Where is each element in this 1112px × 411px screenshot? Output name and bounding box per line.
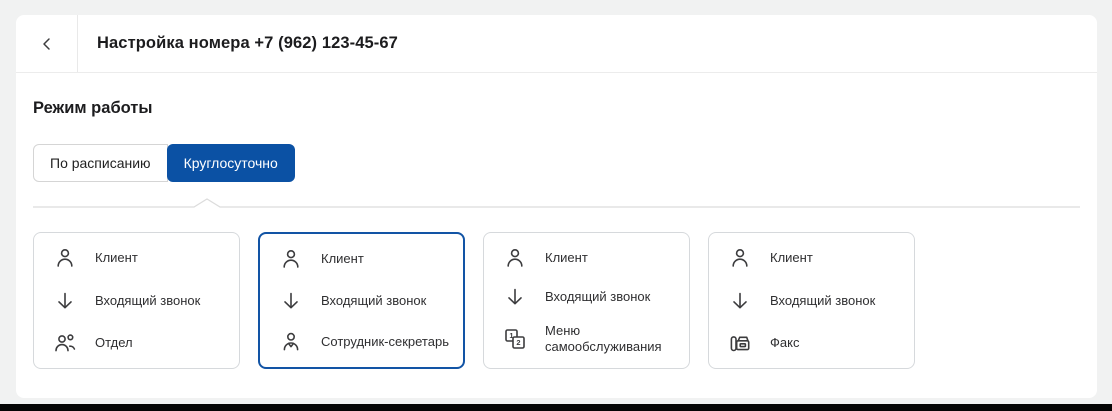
- scheme-step: Меню самообслуживания: [503, 323, 681, 355]
- scheme-step: Клиент: [53, 246, 231, 270]
- scheme-step: Сотрудник-секретарь: [279, 330, 455, 354]
- person-icon: [279, 247, 303, 271]
- person-icon: [53, 246, 77, 270]
- back-button[interactable]: [16, 15, 78, 72]
- page-card: Настройка номера +7 (962) 123-45-67 Режи…: [16, 15, 1097, 398]
- people-icon: [53, 331, 77, 355]
- person-secretary-icon: [279, 330, 303, 354]
- arrow-down-icon: [728, 289, 752, 313]
- scheme-step-label: Сотрудник-секретарь: [321, 334, 449, 349]
- scheme-step: Входящий звонок: [279, 289, 455, 313]
- scheme-step-label: Клиент: [95, 250, 138, 265]
- call-scheme-card[interactable]: Клиент Входящий звонок Отдел: [33, 232, 240, 369]
- fax-icon: [728, 331, 752, 355]
- scheme-step: Входящий звонок: [503, 285, 681, 309]
- page-title: Настройка номера +7 (962) 123-45-67: [97, 34, 398, 52]
- scheme-step: Факс: [728, 331, 906, 355]
- menu-selfservice-icon: [503, 327, 527, 351]
- call-scheme-card[interactable]: Клиент Входящий звонок Факс: [708, 232, 915, 369]
- scheme-step: Входящий звонок: [53, 289, 231, 313]
- call-scheme-card[interactable]: Клиент Входящий звонок Меню самообслужив…: [483, 232, 690, 369]
- person-icon: [503, 246, 527, 270]
- arrow-down-icon: [503, 285, 527, 309]
- scheme-step-label: Отдел: [95, 335, 133, 350]
- scheme-step: Отдел: [53, 331, 231, 355]
- work-mode-tabs: По расписанию Круглосуточно: [33, 144, 295, 182]
- scheme-step-label: Входящий звонок: [321, 292, 427, 308]
- work-mode-tab[interactable]: Круглосуточно: [166, 144, 295, 182]
- scheme-step-label: Факс: [770, 335, 800, 350]
- scheme-step: Входящий звонок: [728, 289, 906, 313]
- scheme-step: Клиент: [728, 246, 906, 270]
- scheme-step: Клиент: [503, 246, 681, 270]
- work-mode-section-title: Режим работы: [33, 99, 153, 117]
- content: Режим работы По расписанию Круглосуточно …: [16, 98, 1097, 369]
- chevron-left-icon: [42, 37, 50, 50]
- call-scheme-card[interactable]: Клиент Входящий звонок Сотрудник-секрета…: [258, 232, 465, 369]
- person-icon: [728, 246, 752, 270]
- arrow-down-icon: [53, 289, 77, 313]
- scheme-step-label: Входящий звонок: [770, 292, 876, 308]
- card-rows: Клиент Входящий звонок Факс: [709, 233, 914, 368]
- arrow-down-icon: [279, 289, 303, 313]
- scheme-step-label: Клиент: [321, 251, 364, 266]
- scheme-step-label: Клиент: [770, 250, 813, 265]
- page-header: Настройка номера +7 (962) 123-45-67: [16, 15, 1097, 73]
- work-mode-tab[interactable]: По расписанию: [33, 144, 168, 182]
- card-rows: Клиент Входящий звонок Меню самообслужив…: [484, 233, 689, 368]
- bottom-edge-bar: [0, 404, 1112, 411]
- scheme-step-label: Меню самообслуживания: [545, 323, 662, 354]
- scheme-step: Клиент: [279, 247, 455, 271]
- call-scheme-cards: Клиент Входящий звонок Отдел Клиент Вход…: [33, 232, 1080, 369]
- card-rows: Клиент Входящий звонок Отдел: [34, 233, 239, 368]
- card-rows: Клиент Входящий звонок Сотрудник-секрета…: [260, 234, 463, 367]
- scheme-step-label: Входящий звонок: [545, 288, 651, 304]
- tabs-pointer-divider: [33, 198, 1080, 208]
- scheme-step-label: Клиент: [545, 250, 588, 265]
- number-settings-screen: Настройка номера +7 (962) 123-45-67 Режи…: [0, 0, 1112, 411]
- scheme-step-label: Входящий звонок: [95, 292, 201, 308]
